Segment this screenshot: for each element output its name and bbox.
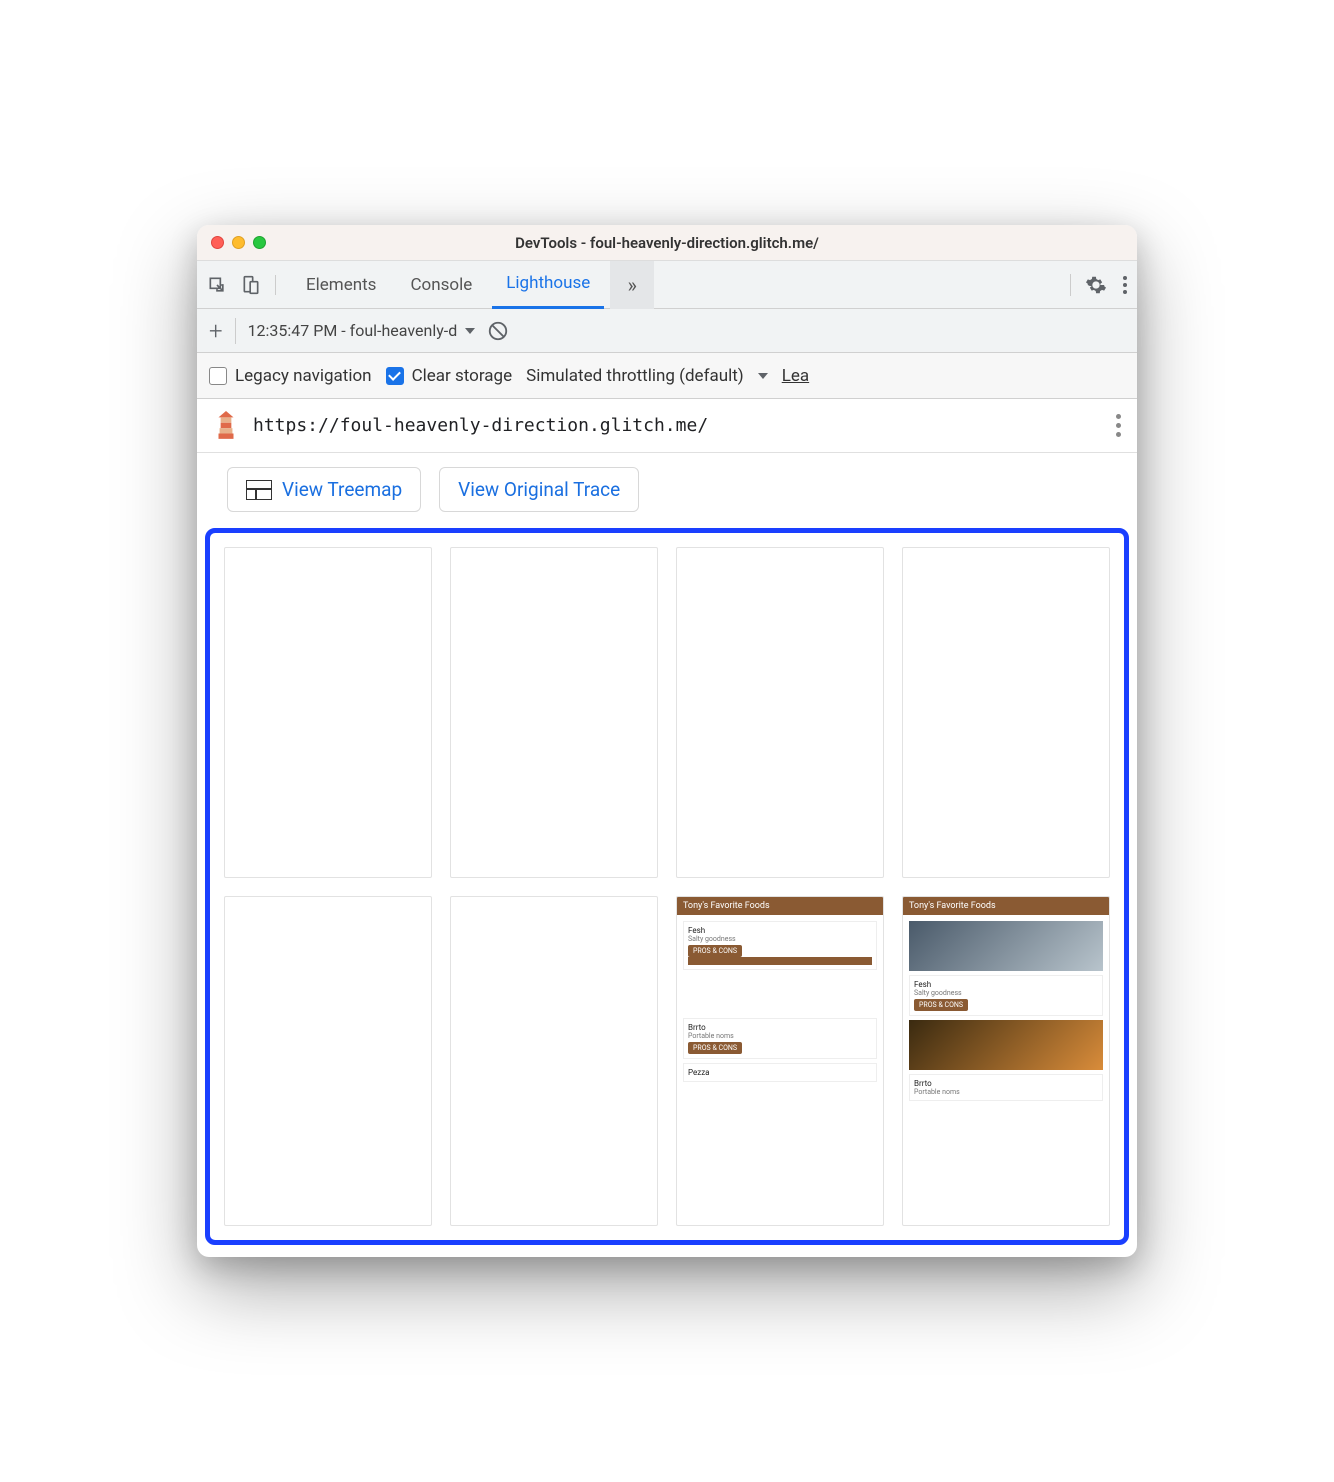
thumb-title: Pezza bbox=[688, 1068, 872, 1077]
throttling-label: Simulated throttling (default) bbox=[526, 366, 744, 386]
close-icon[interactable] bbox=[211, 236, 224, 249]
thumb-title: Fesh bbox=[688, 926, 872, 935]
trace-label: View Original Trace bbox=[458, 478, 620, 501]
more-tabs-icon[interactable]: » bbox=[610, 261, 654, 309]
learn-more-link[interactable]: Lea bbox=[782, 366, 809, 386]
thumb-button: PROS & CONS bbox=[914, 999, 968, 1011]
thumb-image bbox=[688, 957, 872, 965]
window-controls bbox=[211, 236, 266, 249]
thumb-title: Brrto bbox=[914, 1079, 1098, 1088]
device-toggle-icon[interactable] bbox=[241, 275, 261, 295]
titlebar: DevTools - foul-heavenly-direction.glitc… bbox=[197, 225, 1137, 261]
thumb-card: Brrto Portable noms bbox=[909, 1074, 1103, 1101]
report-label: 12:35:47 PM - foul-heavenly-d bbox=[248, 321, 458, 340]
thumb-subtitle: Portable noms bbox=[688, 1032, 872, 1040]
thumb-subtitle: Salty goodness bbox=[914, 989, 1098, 997]
view-treemap-button[interactable]: View Treemap bbox=[227, 467, 421, 512]
filmstrip-frame[interactable] bbox=[450, 896, 658, 1226]
chevron-down-icon[interactable] bbox=[758, 373, 768, 379]
thumb-title: Brrto bbox=[688, 1023, 872, 1032]
options-bar: Legacy navigation Clear storage Simulate… bbox=[197, 353, 1137, 399]
checkbox-unchecked-icon[interactable] bbox=[209, 367, 227, 385]
filmstrip: Tony's Favorite Foods Fesh Salty goodnes… bbox=[224, 547, 1110, 1225]
inspect-icon[interactable] bbox=[207, 275, 227, 295]
checkbox-checked-icon[interactable] bbox=[386, 367, 404, 385]
gear-icon[interactable] bbox=[1085, 274, 1107, 296]
chevron-down-icon bbox=[465, 328, 475, 334]
lighthouse-icon bbox=[213, 411, 239, 441]
divider bbox=[235, 318, 236, 344]
page-thumbnail: Tony's Favorite Foods Fesh Salty goodnes… bbox=[903, 897, 1109, 1225]
clear-icon[interactable] bbox=[487, 320, 509, 342]
devtools-tabstrip: Elements Console Lighthouse » bbox=[197, 261, 1137, 309]
thumb-header: Tony's Favorite Foods bbox=[677, 897, 883, 915]
filmstrip-frame[interactable] bbox=[450, 547, 658, 877]
url-bar: https://foul-heavenly-direction.glitch.m… bbox=[197, 399, 1137, 453]
clear-storage-option[interactable]: Clear storage bbox=[386, 366, 513, 386]
filmstrip-frame[interactable]: Tony's Favorite Foods Fesh Salty goodnes… bbox=[676, 896, 884, 1226]
legacy-navigation-option[interactable]: Legacy navigation bbox=[209, 366, 372, 386]
filmstrip-frame[interactable] bbox=[902, 547, 1110, 877]
filmstrip-frame[interactable] bbox=[224, 547, 432, 877]
thumb-card: Fesh Salty goodness PROS & CONS bbox=[909, 975, 1103, 1016]
filmstrip-frame[interactable]: Tony's Favorite Foods Fesh Salty goodnes… bbox=[902, 896, 1110, 1226]
thumb-button: PROS & CONS bbox=[688, 1042, 742, 1054]
legacy-label: Legacy navigation bbox=[235, 366, 372, 386]
kebab-menu-icon[interactable] bbox=[1123, 276, 1127, 294]
report-toolbar: + 12:35:47 PM - foul-heavenly-d bbox=[197, 309, 1137, 353]
tab-lighthouse[interactable]: Lighthouse bbox=[492, 261, 604, 309]
throttling-option[interactable]: Simulated throttling (default) bbox=[526, 366, 744, 386]
treemap-label: View Treemap bbox=[282, 478, 402, 501]
thumb-header: Tony's Favorite Foods bbox=[903, 897, 1109, 915]
window-title: DevTools - foul-heavenly-direction.glitc… bbox=[197, 234, 1137, 252]
filmstrip-frame[interactable] bbox=[224, 896, 432, 1226]
audited-url: https://foul-heavenly-direction.glitch.m… bbox=[253, 415, 708, 436]
devtools-window: DevTools - foul-heavenly-direction.glitc… bbox=[197, 225, 1137, 1256]
treemap-icon bbox=[246, 480, 272, 500]
thumb-image bbox=[909, 1020, 1103, 1070]
clear-label: Clear storage bbox=[412, 366, 513, 386]
filmstrip-frame[interactable] bbox=[676, 547, 884, 877]
thumb-subtitle: Portable noms bbox=[914, 1088, 1098, 1096]
report-menu-icon[interactable] bbox=[1116, 414, 1121, 437]
thumb-title: Fesh bbox=[914, 980, 1098, 989]
page-thumbnail: Tony's Favorite Foods Fesh Salty goodnes… bbox=[677, 897, 883, 1225]
thumb-card: Brrto Portable noms PROS & CONS bbox=[683, 1018, 877, 1059]
view-trace-button[interactable]: View Original Trace bbox=[439, 467, 639, 512]
thumb-button: PROS & CONS bbox=[688, 945, 742, 957]
action-buttons: View Treemap View Original Trace bbox=[197, 453, 1137, 528]
minimize-icon[interactable] bbox=[232, 236, 245, 249]
thumb-subtitle: Salty goodness bbox=[688, 935, 872, 943]
filmstrip-highlight: Tony's Favorite Foods Fesh Salty goodnes… bbox=[205, 528, 1129, 1244]
tab-elements[interactable]: Elements bbox=[292, 261, 390, 309]
thumb-image bbox=[909, 921, 1103, 971]
new-report-button[interactable]: + bbox=[209, 317, 223, 345]
thumb-card: Pezza bbox=[683, 1063, 877, 1082]
thumb-card: Fesh Salty goodness PROS & CONS bbox=[683, 921, 877, 970]
tab-console[interactable]: Console bbox=[396, 261, 486, 309]
report-selector[interactable]: 12:35:47 PM - foul-heavenly-d bbox=[248, 321, 476, 340]
maximize-icon[interactable] bbox=[253, 236, 266, 249]
